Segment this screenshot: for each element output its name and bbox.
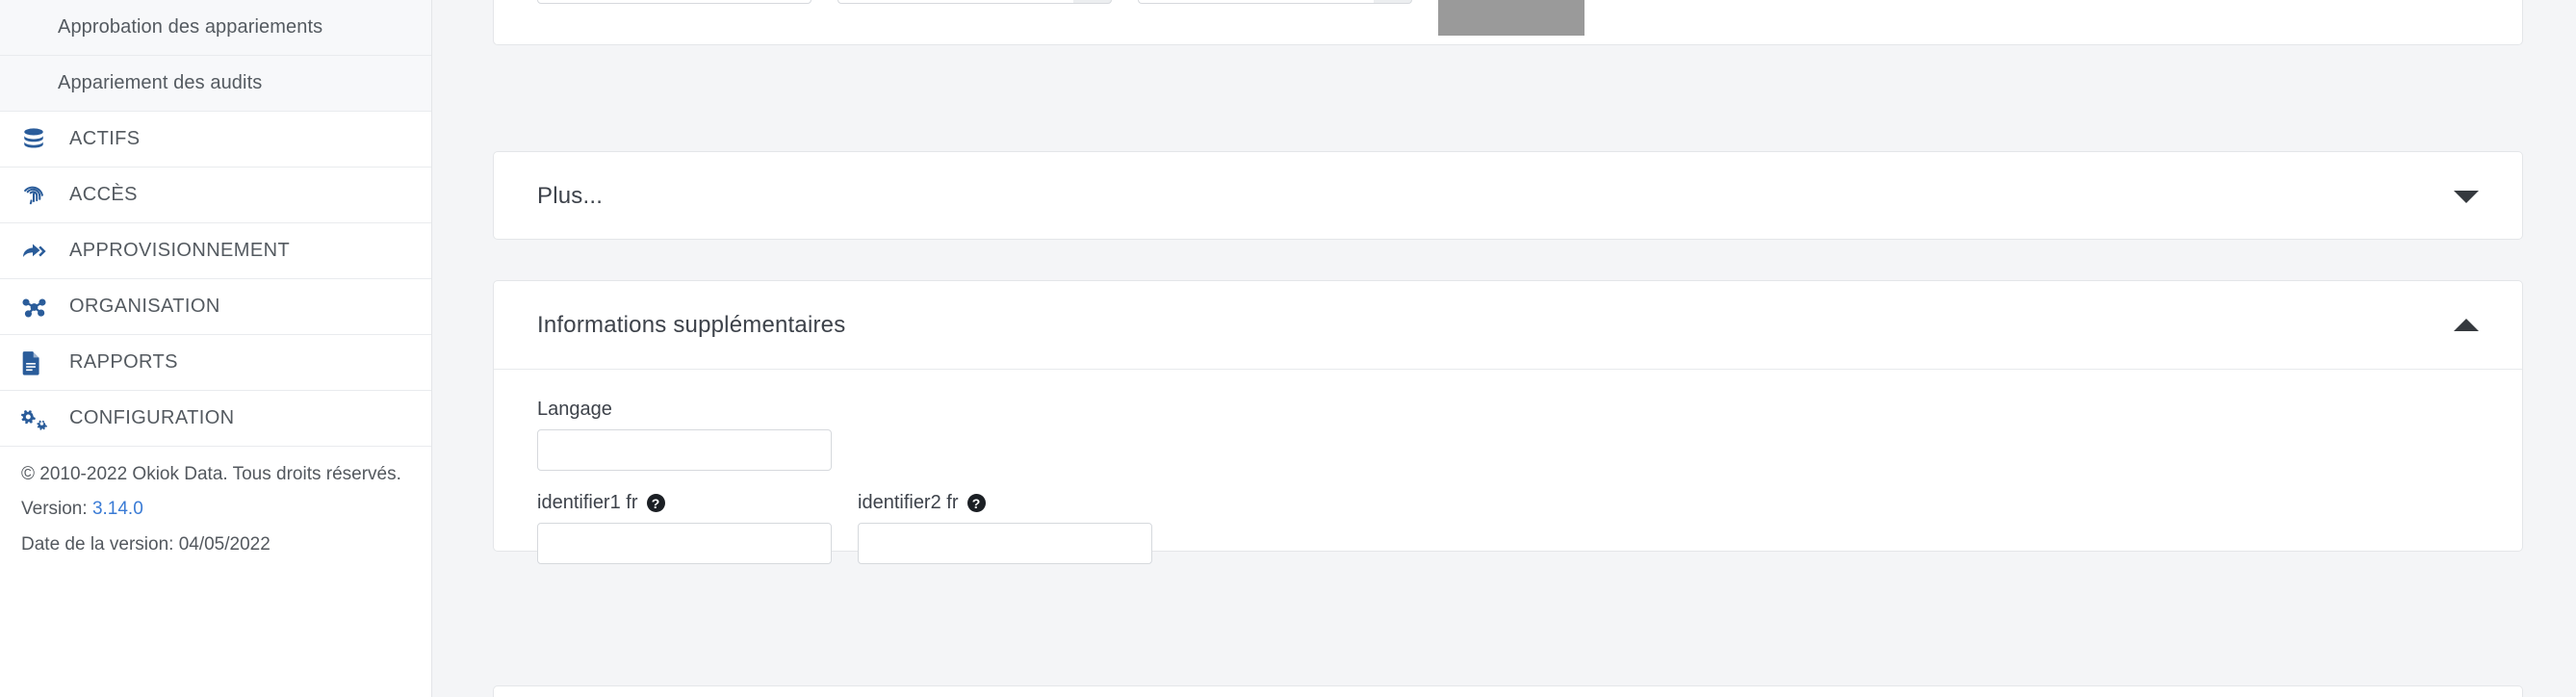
- identifier2-input[interactable]: [858, 523, 1152, 564]
- at-sign-icon-2[interactable]: @: [1374, 0, 1412, 4]
- version-label: Version:: [21, 499, 88, 520]
- help-circle-icon[interactable]: ?: [646, 494, 665, 512]
- version-link[interactable]: 3.14.0: [92, 499, 143, 519]
- cogs-icon: [21, 406, 62, 431]
- sidebar-item-label: ACCÈS: [69, 184, 138, 205]
- sidebar-item-label: CONFIGURATION: [69, 407, 235, 428]
- application-root: Approbation des appariements Appariement…: [0, 0, 2576, 697]
- date-field-group: [537, 0, 811, 4]
- additional-information-title: Informations supplémentaires: [537, 311, 846, 338]
- sidebar-item-label: ORGANISATION: [69, 296, 220, 317]
- email-field-group-1: @: [837, 0, 1112, 4]
- sidebar: Approbation des appariements Appariement…: [0, 0, 432, 697]
- sidebar-item-actifs[interactable]: ACTIFS: [0, 112, 431, 168]
- personal-info-fields-row: @ @: [494, 0, 1628, 36]
- fingerprint-icon: [21, 183, 62, 208]
- additional-information-panel: Informations supplémentaires Langage ide…: [493, 280, 2523, 564]
- sidebar-item-label: RAPPORTS: [69, 351, 178, 373]
- identifier2-field-group: identifier2 fr ?: [858, 492, 1152, 564]
- identifier1-field-group: identifier1 fr ?: [537, 492, 832, 564]
- sidebar-item-label: ACTIFS: [69, 128, 141, 149]
- sidebar-footer: © 2010-2022 Okiok Data. Tous droits rése…: [0, 460, 432, 565]
- email-input-1[interactable]: [837, 0, 1074, 4]
- plus-panel: Plus...: [493, 151, 2523, 240]
- langage-row: Langage: [537, 399, 2479, 492]
- sidebar-item-acces[interactable]: ACCÈS: [0, 168, 431, 223]
- version-line: Version: 3.14.0: [21, 495, 411, 523]
- plus-panel-title: Plus...: [537, 183, 604, 209]
- release-date-text: Date de la version: 04/05/2022: [21, 533, 270, 555]
- sidebar-subitem-appariement-des-audits[interactable]: Appariement des audits: [0, 56, 431, 112]
- additional-information-body: Langage identifier1 fr ? identifier2 fr …: [494, 370, 2522, 585]
- email-input-group-1: @: [837, 0, 1112, 4]
- sidebar-item-approvisionnement[interactable]: APPROVISIONNEMENT: [0, 223, 431, 279]
- share-arrow-icon: [21, 239, 62, 264]
- email-input-group-2: @: [1138, 0, 1412, 4]
- langage-label-text: Langage: [537, 399, 612, 420]
- sidebar-subitem-approbation-des-appariements[interactable]: Approbation des appariements: [0, 0, 431, 56]
- plus-panel-header[interactable]: Plus...: [494, 152, 2522, 241]
- file-document-icon: [21, 350, 62, 375]
- additional-information-header[interactable]: Informations supplémentaires: [494, 281, 2522, 370]
- chevron-down-icon[interactable]: [2454, 190, 2479, 203]
- identifiers-row: identifier1 fr ? identifier2 fr ?: [537, 492, 2479, 585]
- identifier1-label-text: identifier1 fr: [537, 492, 638, 513]
- date-input[interactable]: [537, 0, 811, 4]
- help-circle-icon[interactable]: ?: [966, 494, 986, 512]
- sidebar-item-rapports[interactable]: RAPPORTS: [0, 335, 431, 391]
- sidebar-submenu-group: Approbation des appariements Appariement…: [0, 0, 431, 112]
- langage-input[interactable]: [537, 429, 832, 471]
- identifier1-input[interactable]: [537, 523, 832, 564]
- personal-info-panel: @ @: [493, 0, 2523, 45]
- project-diagram-icon: [21, 295, 62, 320]
- photo-placeholder[interactable]: [1438, 0, 1584, 36]
- identifier2-label: identifier2 fr ?: [858, 492, 1152, 514]
- sidebar-item-organisation[interactable]: ORGANISATION: [0, 279, 431, 335]
- email-input-2[interactable]: [1138, 0, 1375, 4]
- sidebar-item-configuration[interactable]: CONFIGURATION: [0, 391, 431, 447]
- chevron-up-icon[interactable]: [2454, 319, 2479, 331]
- at-sign-icon-1[interactable]: @: [1073, 0, 1112, 4]
- sidebar-item-label: APPROVISIONNEMENT: [69, 240, 291, 261]
- main-content: @ @ Plus... Informati: [432, 0, 2576, 697]
- database-icon: [21, 127, 62, 152]
- identifier2-label-text: identifier2 fr: [858, 492, 959, 513]
- langage-label: Langage: [537, 399, 832, 421]
- sidebar-subitem-label: Appariement des audits: [58, 72, 263, 93]
- copyright-text: © 2010-2022 Okiok Data. Tous droits rése…: [21, 464, 401, 484]
- next-panel: [493, 685, 2523, 697]
- email-field-group-2: @: [1138, 0, 1412, 4]
- identifier1-label: identifier1 fr ?: [537, 492, 832, 514]
- langage-field-group: Langage: [537, 399, 832, 471]
- sidebar-subitem-label: Approbation des appariements: [58, 16, 323, 38]
